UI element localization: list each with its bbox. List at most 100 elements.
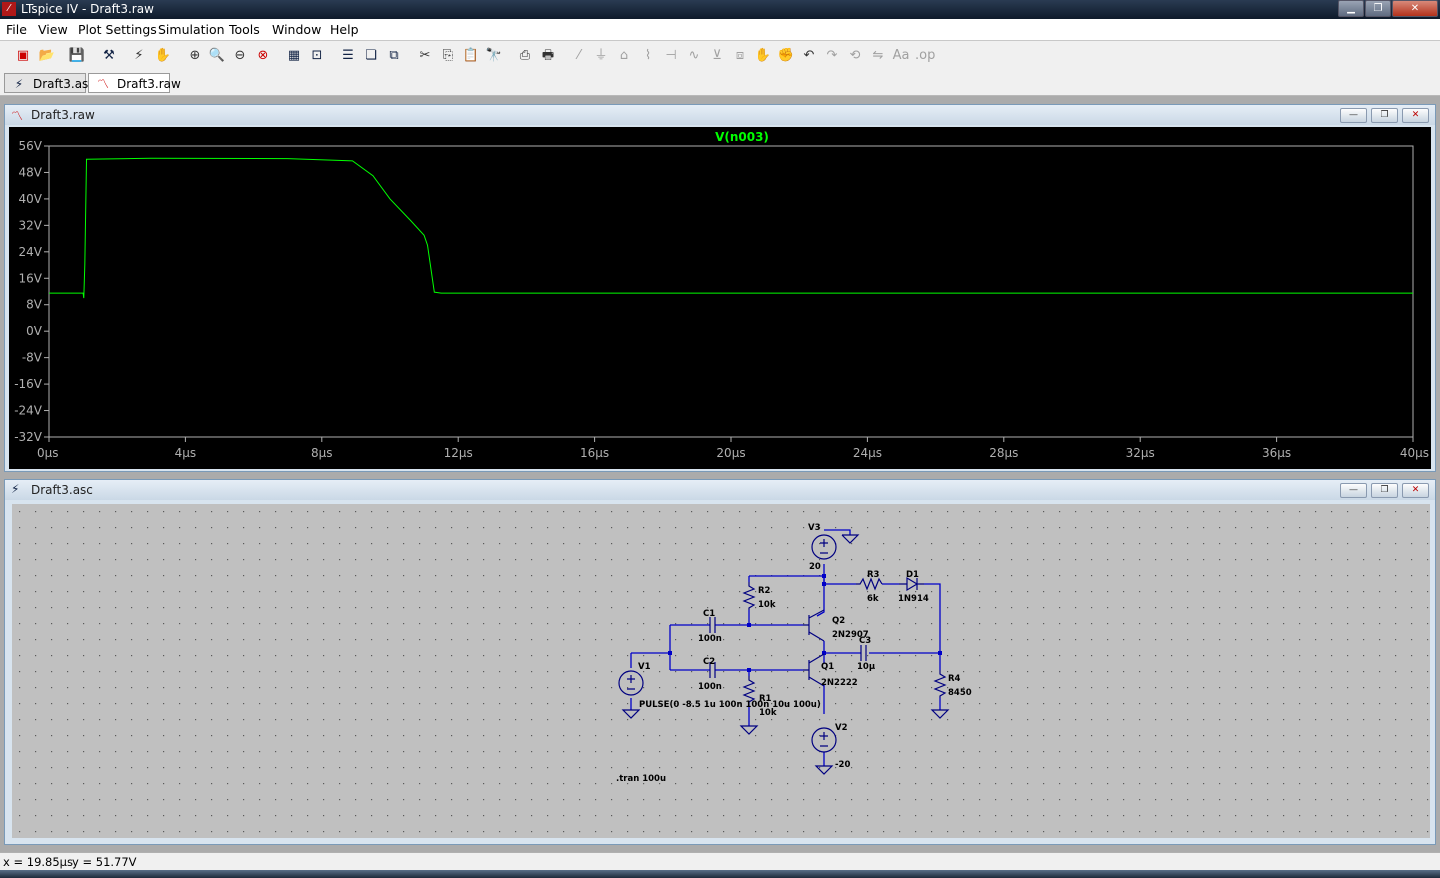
resistor-icon[interactable]: ⌇: [639, 47, 657, 65]
menu-window[interactable]: Window: [272, 22, 321, 37]
zoom-in-icon[interactable]: ⊕: [186, 47, 204, 65]
tab-draft3-asc[interactable]: ⚡ Draft3.asc: [4, 73, 95, 93]
restore-button[interactable]: ❐: [1365, 0, 1391, 17]
close-button[interactable]: ✕: [1402, 483, 1429, 498]
move-icon[interactable]: ✋: [754, 47, 772, 65]
x-tick-label: 36µs: [1262, 446, 1291, 460]
title-bar: ⁄ LTspice IV - Draft3.raw ▁ ❐ ✕: [0, 0, 1440, 19]
waveform-icon: 〽: [96, 77, 109, 91]
copy-icon[interactable]: ⎘: [439, 47, 457, 65]
mdi-workspace: 〽 Draft3.raw — ❐ ✕ 56V 48V 40V 32V 24V 16V 8V 0…: [0, 96, 1440, 852]
diode-icon[interactable]: ⊻: [708, 47, 726, 65]
x-tick-label: 20µs: [716, 446, 745, 460]
x-tick-label: 40µs: [1400, 446, 1429, 460]
label-r1: R1: [759, 694, 772, 704]
label-r2: R2: [758, 586, 771, 596]
y-tick-label: 40V: [19, 192, 43, 206]
label-c2-value: 100n: [698, 682, 722, 692]
restore-button[interactable]: ❐: [1371, 483, 1398, 498]
x-tick-label: 24µs: [853, 446, 882, 460]
halt-icon[interactable]: ✋: [154, 47, 172, 65]
zoom-out-icon[interactable]: ⊖: [231, 47, 249, 65]
schematic-window: ⚡ Draft3.asc — ❐ ✕ V3 20 R2 10k R3 6k D1…: [4, 479, 1436, 845]
capacitor-icon[interactable]: ⊣: [662, 47, 680, 65]
zoom-fit-icon[interactable]: 🔍: [208, 47, 226, 65]
schematic-canvas[interactable]: V3 20 R2 10k R3 6k D1 1N914 C1 100n Q2 2…: [12, 504, 1430, 838]
component-icon[interactable]: ⧈: [731, 47, 749, 65]
status-x-readout: x = 19.85µs: [3, 855, 73, 869]
menu-tools[interactable]: Tools: [229, 22, 260, 37]
label-c1: C1: [703, 609, 715, 619]
open-icon[interactable]: 📂: [38, 47, 56, 65]
y-tick-label: 24V: [19, 245, 43, 259]
tab-label: Draft3.asc: [33, 77, 95, 91]
control-panel-icon[interactable]: ⚒: [100, 47, 118, 65]
waveform-chart[interactable]: 56V 48V 40V 32V 24V 16V 8V 0V -8V -16V -24V -32V 0µs…: [9, 127, 1431, 469]
label-q1-value: 2N2222: [821, 678, 858, 688]
waveform-plot[interactable]: 56V 48V 40V 32V 24V 16V 8V 0V -8V -16V -24V -32V 0µs…: [9, 127, 1431, 469]
x-tick-label: 0µs: [37, 446, 59, 460]
y-tick-label: -8V: [22, 351, 43, 365]
inductor-icon[interactable]: ∿: [685, 47, 703, 65]
schematic-drawing[interactable]: V3 20 R2 10k R3 6k D1 1N914 C1 100n Q2 2…: [12, 504, 1430, 838]
plot-window-controls: — ❐ ✕: [1340, 108, 1429, 123]
save-icon[interactable]: 💾: [68, 47, 86, 65]
menu-simulation[interactable]: Simulation: [158, 22, 225, 37]
drag-icon[interactable]: ✊: [777, 47, 795, 65]
schematic-icon: ⚡: [11, 482, 20, 496]
undo-icon[interactable]: ↶: [800, 47, 818, 65]
cascade-icon[interactable]: ❏: [362, 47, 380, 65]
y-tick-label: 56V: [19, 139, 43, 153]
autorange-icon[interactable]: ▦: [285, 47, 303, 65]
ltspice-icon[interactable]: ⁄: [2, 2, 16, 16]
plot-frame: [48, 145, 1414, 438]
redo-icon[interactable]: ↷: [823, 47, 841, 65]
minimize-button[interactable]: ▁: [1338, 0, 1364, 17]
label-c2: C2: [703, 657, 715, 667]
text-icon[interactable]: Aa: [892, 47, 910, 65]
spice-directive[interactable]: .tran 100u: [616, 774, 666, 784]
minimize-button[interactable]: —: [1340, 483, 1367, 498]
toolbar: ▣ 📂 💾 ⚒ ⚡ ✋ ⊕ 🔍 ⊖ ⊗ ▦ ⊡ ☰ ❏ ⧉ ✂ ⎘ 📋 🔭 ⎙ …: [0, 41, 1440, 72]
label-v1: V1: [638, 662, 651, 672]
y-tick-label: -32V: [14, 430, 43, 444]
zoom-cancel-icon[interactable]: ⊗: [254, 47, 272, 65]
restore-button[interactable]: ❐: [1371, 108, 1398, 123]
label-r3-value: 6k: [867, 594, 879, 604]
menu-view[interactable]: View: [38, 22, 68, 37]
spice-directive-icon[interactable]: .op: [915, 47, 935, 65]
run-icon[interactable]: ⚡: [130, 47, 148, 65]
close-button[interactable]: ✕: [1392, 0, 1438, 17]
label-d1: D1: [906, 570, 919, 580]
x-tick-label: 16µs: [580, 446, 609, 460]
ground-icon[interactable]: ⏚: [592, 47, 610, 65]
plot-window-titlebar[interactable]: 〽 Draft3.raw — ❐ ✕: [5, 105, 1435, 125]
tab-draft3-raw[interactable]: 〽 Draft3.raw: [88, 73, 181, 93]
print-setup-icon[interactable]: ⎙: [516, 47, 534, 65]
new-schematic-icon[interactable]: ▣: [14, 47, 32, 65]
label-v3-value: 20: [809, 562, 821, 572]
x-tick-label: 8µs: [311, 446, 333, 460]
menu-plot-settings[interactable]: Plot Settings: [78, 22, 157, 37]
minimize-button[interactable]: —: [1340, 108, 1367, 123]
menu-help[interactable]: Help: [330, 22, 359, 37]
rotate-icon[interactable]: ⟲: [846, 47, 864, 65]
mirror-icon[interactable]: ⇋: [869, 47, 887, 65]
menu-file[interactable]: File: [6, 22, 27, 37]
find-icon[interactable]: 🔭: [485, 47, 503, 65]
paste-icon[interactable]: 📋: [462, 47, 480, 65]
wire-icon[interactable]: ⁄: [570, 47, 588, 65]
y-tick-label: 16V: [19, 271, 43, 285]
close-button[interactable]: ✕: [1402, 108, 1429, 123]
print-icon[interactable]: 🖶: [539, 47, 557, 65]
schematic-window-titlebar[interactable]: ⚡ Draft3.asc — ❐ ✕: [5, 480, 1435, 500]
status-bar: x = 19.85µs y = 51.77V: [0, 852, 1440, 871]
tile-vertical-icon[interactable]: ⧉: [385, 47, 403, 65]
fit-plot-icon[interactable]: ⊡: [308, 47, 326, 65]
legend-series-name: V(n003): [715, 130, 769, 144]
cut-icon[interactable]: ✂: [416, 47, 434, 65]
plot-window: 〽 Draft3.raw — ❐ ✕ 56V 48V 40V 32V 24V 16V 8V 0…: [4, 104, 1436, 472]
schematic-window-title: Draft3.asc: [31, 483, 93, 497]
tile-horizontal-icon[interactable]: ☰: [339, 47, 357, 65]
label-net-icon[interactable]: ⌂: [615, 47, 633, 65]
